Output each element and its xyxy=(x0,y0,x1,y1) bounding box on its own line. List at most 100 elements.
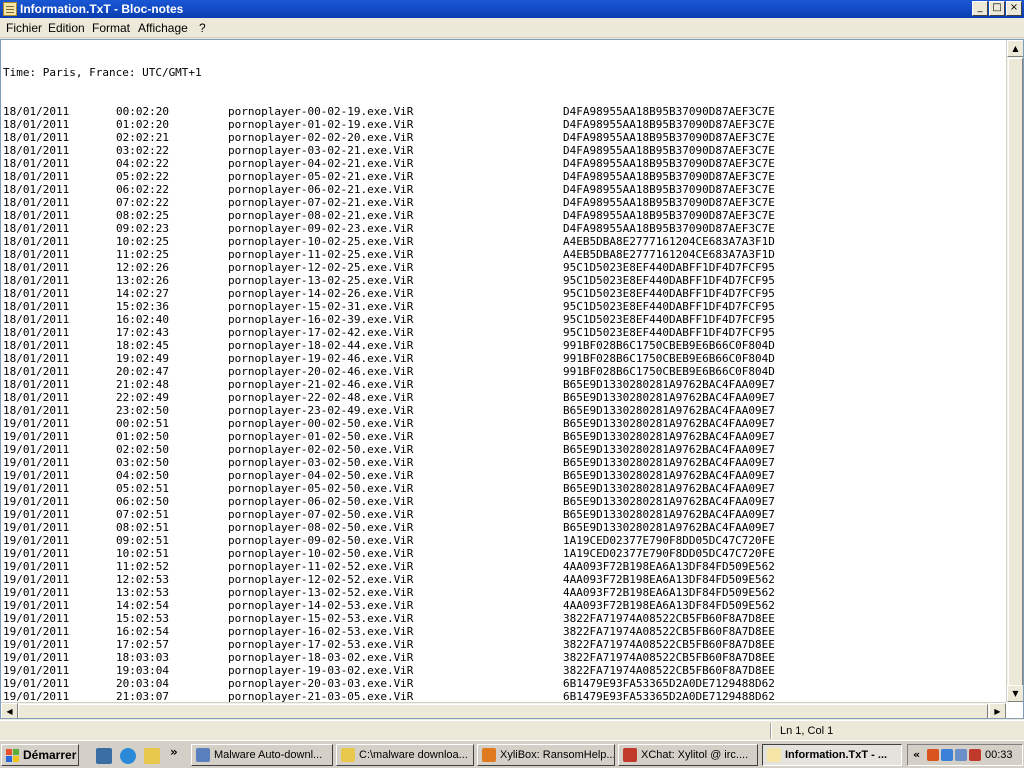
log-time: 14:02:54 xyxy=(116,599,169,612)
taskbar: Démarrer » Malware Auto-downl... C:\malwa… xyxy=(0,740,1024,768)
taskbar-button[interactable]: Information.TxT - ... xyxy=(762,744,902,766)
log-line: 18/01/2011 13:02:26 pornoplayer-13-02-25.e… xyxy=(3,274,1007,287)
show-desktop-icon[interactable] xyxy=(96,748,112,764)
log-line: 18/01/2011 05:02:22 pornoplayer-05-02-21.e… xyxy=(3,170,1007,183)
log-hash: D4FA98955AA18B95B37090D87AEF3C7E xyxy=(563,196,775,209)
log-time: 22:02:49 xyxy=(116,391,169,404)
log-date: 19/01/2011 xyxy=(3,508,70,521)
log-date: 18/01/2011 xyxy=(3,222,70,235)
security-alert-icon[interactable] xyxy=(969,749,981,761)
horizontal-scroll-thumb[interactable] xyxy=(18,704,988,718)
log-date: 18/01/2011 xyxy=(3,170,70,183)
log-filename: pornoplayer-20-03-03.exe.ViR xyxy=(228,677,414,690)
log-filename: pornoplayer-07-02-21.exe.ViR xyxy=(228,196,414,209)
minimize-button[interactable]: _ xyxy=(972,1,988,16)
taskbar-button[interactable]: C:\malware downloa... xyxy=(336,744,474,766)
quick-launch-more-icon[interactable]: » xyxy=(170,745,178,759)
taskbar-button[interactable]: XyliBox: RansomHelp... xyxy=(477,744,615,766)
menu-format[interactable]: Format xyxy=(92,21,130,35)
scroll-up-button[interactable]: ▲ xyxy=(1007,40,1023,57)
log-filename: pornoplayer-17-02-53.exe.ViR xyxy=(228,638,414,651)
document-header-line: Time: Paris, France: UTC/GMT+1 xyxy=(3,66,1007,79)
log-hash: B65E9D1330280281A9762BAC4FAA09E7 xyxy=(563,404,775,417)
log-date: 19/01/2011 xyxy=(3,664,70,677)
cursor-position: Ln 1, Col 1 xyxy=(780,725,834,737)
log-filename: pornoplayer-20-02-46.exe.ViR xyxy=(228,365,414,378)
log-filename: pornoplayer-00-02-19.exe.ViR xyxy=(228,105,414,118)
log-filename: pornoplayer-10-02-50.exe.ViR xyxy=(228,547,414,560)
menu-affichage[interactable]: Affichage xyxy=(138,21,188,35)
log-hash: 991BF028B6C1750CBEB9E6B66C0F804D xyxy=(563,339,775,352)
vertical-scroll-thumb[interactable] xyxy=(1008,58,1023,690)
log-time: 17:02:57 xyxy=(116,638,169,651)
start-button[interactable]: Démarrer xyxy=(1,744,79,766)
taskbar-button-label: C:\malware downloa... xyxy=(359,749,468,761)
window-title: Information.TxT - Bloc-notes xyxy=(20,2,184,16)
menu-fichier[interactable]: Fichier xyxy=(6,21,42,35)
log-hash: 3822FA71974A08522CB5FB60F8A7D8EE xyxy=(563,612,775,625)
log-line: 18/01/2011 23:02:50 pornoplayer-23-02-49.e… xyxy=(3,404,1007,417)
scroll-left-button[interactable]: ◀ xyxy=(1,703,18,718)
log-filename: pornoplayer-16-02-53.exe.ViR xyxy=(228,625,414,638)
text-editor[interactable]: Time: Paris, France: UTC/GMT+1 18/01/201… xyxy=(0,39,1024,719)
log-filename: pornoplayer-22-02-48.exe.ViR xyxy=(228,391,414,404)
log-hash: A4EB5DBA8E2777161204CE683A7A3F1D xyxy=(563,235,775,248)
log-date: 18/01/2011 xyxy=(3,157,70,170)
log-filename: pornoplayer-15-02-31.exe.ViR xyxy=(228,300,414,313)
log-hash: 6B1479E93FA53365D2A0DE7129488D62 xyxy=(563,677,775,690)
folder-icon[interactable] xyxy=(144,748,160,764)
scroll-right-button[interactable]: ▶ xyxy=(989,703,1006,718)
log-time: 13:02:26 xyxy=(116,274,169,287)
log-date: 19/01/2011 xyxy=(3,690,70,702)
log-line: 18/01/2011 15:02:36 pornoplayer-15-02-31.e… xyxy=(3,300,1007,313)
document-text[interactable]: Time: Paris, France: UTC/GMT+1 18/01/201… xyxy=(3,40,1007,702)
title-bar[interactable]: Information.TxT - Bloc-notes _ □ × xyxy=(0,0,1024,18)
log-line: 18/01/2011 07:02:22 pornoplayer-07-02-21.e… xyxy=(3,196,1007,209)
log-hash: A4EB5DBA8E2777161204CE683A7A3F1D xyxy=(563,248,775,261)
log-time: 01:02:20 xyxy=(116,118,169,131)
network-icon[interactable] xyxy=(941,749,953,761)
log-line: 18/01/2011 11:02:25 pornoplayer-11-02-25.e… xyxy=(3,248,1007,261)
log-filename: pornoplayer-09-02-23.exe.ViR xyxy=(228,222,414,235)
internet-explorer-icon[interactable] xyxy=(120,748,136,764)
log-line: 19/01/2011 12:02:53 pornoplayer-12-02-52.e… xyxy=(3,573,1007,586)
log-time: 23:02:50 xyxy=(116,404,169,417)
log-date: 19/01/2011 xyxy=(3,443,70,456)
log-hash: D4FA98955AA18B95B37090D87AEF3C7E xyxy=(563,209,775,222)
log-date: 19/01/2011 xyxy=(3,469,70,482)
log-date: 18/01/2011 xyxy=(3,105,70,118)
close-button[interactable]: × xyxy=(1006,1,1022,16)
log-date: 19/01/2011 xyxy=(3,599,70,612)
tray-app-icon[interactable] xyxy=(927,749,939,761)
taskbar-button[interactable]: Malware Auto-downl... xyxy=(191,744,333,766)
log-line: 19/01/2011 01:02:50 pornoplayer-01-02-50.e… xyxy=(3,430,1007,443)
tray-expand-icon[interactable]: « xyxy=(913,748,920,761)
log-hash: 95C1D5023E8EF440DABFF1DF4D7FCF95 xyxy=(563,326,775,339)
log-date: 18/01/2011 xyxy=(3,131,70,144)
maximize-button[interactable]: □ xyxy=(989,1,1005,16)
log-time: 19:03:04 xyxy=(116,664,169,677)
log-filename: pornoplayer-21-03-05.exe.ViR xyxy=(228,690,414,702)
log-date: 18/01/2011 xyxy=(3,287,70,300)
taskbar-button[interactable]: XChat: Xylitol @ irc.... xyxy=(618,744,758,766)
log-lines: 18/01/2011 00:02:20 pornoplayer-00-02-19.e… xyxy=(3,105,1007,702)
log-date: 19/01/2011 xyxy=(3,482,70,495)
notepad-icon[interactable] xyxy=(3,2,17,16)
log-line: 19/01/2011 15:02:53 pornoplayer-15-02-53.e… xyxy=(3,612,1007,625)
log-time: 19:02:49 xyxy=(116,352,169,365)
scroll-down-button[interactable]: ▼ xyxy=(1007,685,1023,702)
log-filename: pornoplayer-04-02-21.exe.ViR xyxy=(228,157,414,170)
horizontal-scrollbar[interactable]: ◀ ▶ xyxy=(1,702,1006,718)
vertical-scrollbar[interactable]: ▲ ▼ xyxy=(1006,40,1023,702)
log-time: 11:02:25 xyxy=(116,248,169,261)
log-date: 18/01/2011 xyxy=(3,300,70,313)
menu-edition[interactable]: Edition xyxy=(48,21,85,35)
clock: 00:33 xyxy=(985,749,1013,761)
log-line: 18/01/2011 00:02:20 pornoplayer-00-02-19.e… xyxy=(3,105,1007,118)
log-filename: pornoplayer-05-02-50.exe.ViR xyxy=(228,482,414,495)
log-date: 19/01/2011 xyxy=(3,638,70,651)
log-time: 04:02:22 xyxy=(116,157,169,170)
menu-help[interactable]: ? xyxy=(199,21,206,35)
log-date: 18/01/2011 xyxy=(3,339,70,352)
tray-settings-icon[interactable] xyxy=(955,749,967,761)
